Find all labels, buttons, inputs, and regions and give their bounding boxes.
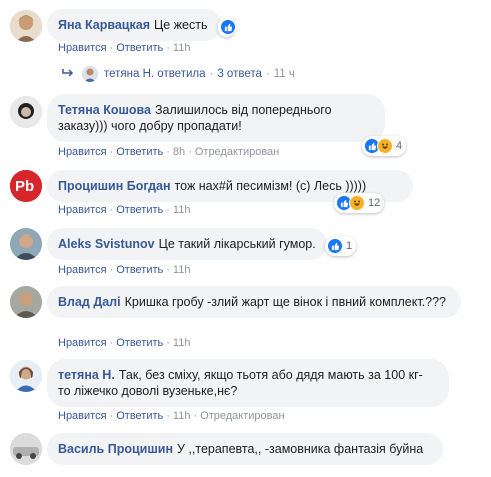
comment-actions: Нравится · Ответить · 11h · Отредактирован: [58, 410, 285, 422]
edited-label[interactable]: Отредактирован: [195, 146, 279, 158]
comment-actions: Нравится · Ответить · 8h · Отредактирован: [58, 146, 280, 158]
comment-author[interactable]: Тетяна Кошова: [58, 103, 151, 117]
avatar[interactable]: [10, 228, 42, 260]
haha-reaction-icon: [377, 138, 393, 154]
comment-time[interactable]: 11h: [173, 42, 191, 54]
comment-text: У ,,терапевта,, -замовника фантазія буйн…: [177, 442, 424, 456]
avatar[interactable]: [10, 10, 42, 42]
avatar[interactable]: [10, 433, 42, 465]
avatar[interactable]: [10, 360, 42, 392]
replies-label: ответила: [157, 68, 206, 80]
like-link[interactable]: Нравится: [58, 264, 107, 276]
like-link[interactable]: Нравится: [58, 337, 107, 349]
reactions-count: 4: [396, 140, 403, 152]
comment-bubble: Тетяна Кошова Залишилось від попереднього…: [47, 94, 385, 142]
reactions-summary[interactable]: 1: [325, 236, 357, 256]
like-reaction-icon: [220, 19, 236, 35]
reply-link[interactable]: Ответить: [116, 337, 163, 349]
reply-avatar: [82, 66, 98, 82]
comment-bubble: Василь Процишин У ,,терапевта,, -замовник…: [47, 433, 443, 465]
reactions-summary[interactable]: 4: [362, 136, 407, 156]
replies-time: 11 ч: [273, 68, 295, 80]
avatar[interactable]: [10, 96, 42, 128]
comment-bubble: тетяна Н. Так, без сміху, якщо тьотя або …: [47, 359, 449, 407]
comment-text: Це жесть: [154, 18, 208, 32]
reply-link[interactable]: Ответить: [116, 146, 163, 158]
comment-bubble: Влад Далі Кришка гробу -злий жарт ще віно…: [47, 286, 461, 318]
comment-actions: Нравится · Ответить · 11h: [58, 204, 191, 216]
reply-link[interactable]: Ответить: [116, 204, 163, 216]
comment-text: Кришка гробу -злий жарт ще вінок і пвний…: [124, 295, 446, 309]
like-link[interactable]: Нравится: [58, 42, 107, 54]
comment-author[interactable]: тетяна Н.: [58, 368, 115, 382]
comment-time[interactable]: 11h: [173, 264, 191, 276]
reply-link[interactable]: Ответить: [116, 410, 163, 422]
comment-time[interactable]: 8h: [173, 146, 185, 158]
comment-author[interactable]: Aleks Svistunov: [58, 237, 155, 251]
svg-text:Pb: Pb: [15, 178, 34, 195]
replies-author: тетяна Н.: [104, 68, 155, 80]
view-replies-link[interactable]: тетяна Н. ответила · 3 ответа · 11 ч: [62, 66, 295, 82]
comment-text: Це такий лікарський гумор.: [158, 237, 316, 251]
reactions-count: 1: [346, 240, 353, 252]
comment-text: тож нах#й песимізм! (с) Лесь ))))): [174, 179, 367, 193]
comment-author[interactable]: Яна Карвацкая: [58, 18, 150, 32]
comment-time[interactable]: 11h: [173, 204, 191, 216]
reactions-summary[interactable]: 12: [334, 193, 385, 213]
comment-author[interactable]: Василь Процишин: [58, 442, 173, 456]
edited-label[interactable]: Отредактирован: [200, 410, 284, 422]
like-reaction-icon: [327, 238, 343, 254]
reply-link[interactable]: Ответить: [116, 264, 163, 276]
replies-count: 3 ответа: [217, 68, 262, 80]
comment-author[interactable]: Процишин Богдан: [58, 179, 171, 193]
comment-time[interactable]: 11h: [173, 410, 191, 422]
reactions-summary[interactable]: [218, 17, 236, 37]
comment-actions: Нравится · Ответить · 11h: [58, 337, 191, 349]
comment-actions: Нравится · Ответить · 11h: [58, 42, 191, 54]
like-link[interactable]: Нравится: [58, 410, 107, 422]
comment-author[interactable]: Влад Далі: [58, 295, 121, 309]
comment-bubble: Aleks Svistunov Це такий лікарський гумор…: [47, 228, 327, 260]
haha-reaction-icon: [349, 195, 365, 211]
like-link[interactable]: Нравится: [58, 146, 107, 158]
reactions-count: 12: [368, 197, 381, 209]
comment-time[interactable]: 11h: [173, 337, 191, 349]
avatar[interactable]: Pb: [10, 170, 42, 202]
reply-link[interactable]: Ответить: [116, 42, 163, 54]
like-link[interactable]: Нравится: [58, 204, 107, 216]
reply-arrow-icon: [62, 68, 74, 81]
avatar[interactable]: [10, 286, 42, 318]
comment-bubble: Яна Карвацкая Це жесть: [47, 9, 221, 41]
comment-actions: Нравится · Ответить · 11h: [58, 264, 191, 276]
